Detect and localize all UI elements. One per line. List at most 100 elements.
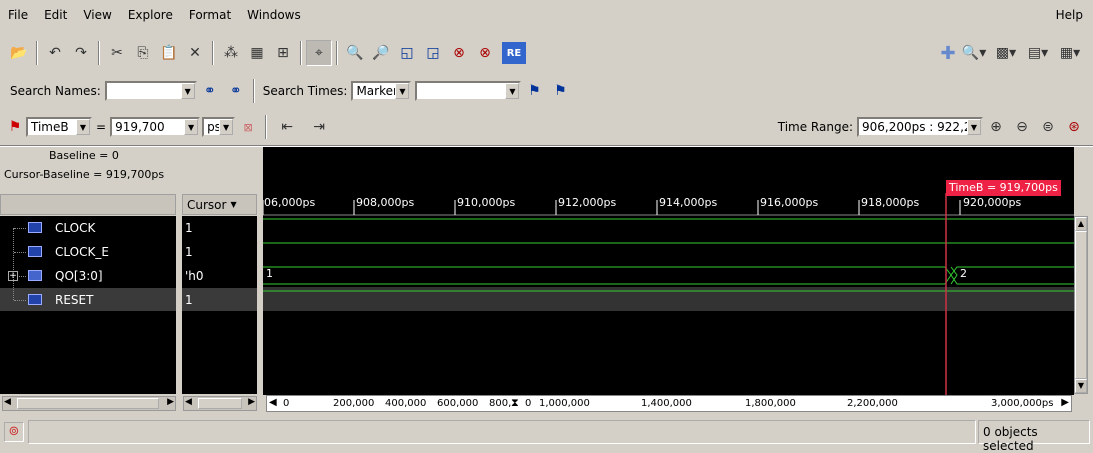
marker-flag-icon[interactable]: ⚑ (4, 114, 26, 140)
list-item[interactable]: CLOCK_E (0, 240, 176, 264)
copy-icon[interactable]: ⎘ (130, 40, 156, 66)
zoom-in-icon[interactable]: ⊕ (983, 114, 1009, 140)
chevron-down-icon[interactable]: ▼ (184, 119, 199, 135)
separator (300, 41, 302, 65)
scroll-right-icon[interactable]: ▶ (1061, 397, 1069, 408)
cut-icon[interactable]: ✂ (104, 40, 130, 66)
time-tick-label: 916,000ps (760, 196, 819, 209)
find-cursor-icon[interactable]: ⌖ (306, 40, 332, 66)
search-names-input[interactable]: ▼ (104, 81, 197, 101)
chevron-down-icon[interactable]: ▼ (395, 83, 410, 99)
separator (212, 41, 214, 65)
flag-prev-icon[interactable]: ⚑ (521, 78, 547, 104)
scroll-left-icon[interactable]: ◀ (4, 397, 11, 407)
menu-help[interactable]: Help (1056, 8, 1083, 22)
find-prev-icon[interactable]: ⚭ (223, 78, 249, 104)
scroll-thumb[interactable] (17, 398, 159, 409)
time-tick-label: 06,000ps (264, 196, 316, 209)
scroll-left-icon[interactable]: ◀ (269, 397, 277, 408)
chevron-down-icon[interactable]: ▼ (180, 83, 195, 99)
zoom-out-icon[interactable]: ⊖ (1009, 114, 1035, 140)
marker-prev-icon[interactable]: ◱ (394, 40, 420, 66)
time-value-input[interactable]: 919,700 ▼ (110, 117, 201, 137)
value-column-header[interactable]: Cursor ▼ (182, 194, 257, 215)
flag-next-icon[interactable]: ⚑ (547, 78, 573, 104)
scroll-thumb[interactable] (1075, 231, 1087, 379)
list-item[interactable]: CLOCK (0, 216, 176, 240)
zoom-region-icon[interactable]: ⊛ (1061, 114, 1087, 140)
signal-value: 1 (185, 221, 193, 235)
search-tool-icon[interactable]: 🔍▾ (961, 40, 987, 66)
calculator-icon[interactable]: ▦▾ (1057, 40, 1083, 66)
re-icon[interactable]: RE (502, 42, 526, 64)
paste-icon[interactable]: 📋 (156, 40, 182, 66)
cursor-label[interactable]: TimeB = 919,700ps (946, 180, 1061, 196)
undo-icon[interactable]: ↶ (42, 40, 68, 66)
chevron-down-icon[interactable]: ▼ (967, 119, 981, 135)
time-tick-label: 910,000ps (457, 196, 516, 209)
hierarchy-icon[interactable]: ⊞ (270, 40, 296, 66)
overview-thumb-icon[interactable]: ⧗ (511, 396, 519, 410)
signal-name: CLOCK (55, 221, 96, 235)
scroll-right-icon[interactable]: ▶ (167, 397, 174, 407)
search-times-mode-value: Marker (356, 84, 398, 98)
search-times-input[interactable]: ▼ (415, 81, 522, 101)
main-toolbar: 📂 ↶ ↷ ✂ ⎘ 📋 ✕ ⁂ ▦ ⊞ ⌖ 🔍 🔎 ◱ ◲ ⊗ ⊗ RE ✚ 🔍… (0, 37, 1093, 69)
marker-right-icon[interactable]: ⇥ (303, 114, 335, 140)
schematic-icon[interactable]: ▩▾ (993, 40, 1019, 66)
time-range-input[interactable]: 906,200ps : 922,20 ▼ (857, 117, 983, 137)
expand-icon[interactable]: + (8, 271, 18, 281)
separator (252, 79, 255, 103)
time-overview-bar[interactable]: ◀ 0 200,000 400,000 600,000 800, ⧗ 0 1,0… (266, 395, 1072, 412)
search-times-mode[interactable]: Marker ▼ (351, 81, 412, 101)
add-icon[interactable]: ✚ (935, 40, 961, 66)
cursor-baseline-text: Cursor-Baseline = 919,700ps (4, 168, 165, 181)
menu-windows[interactable]: Windows (239, 8, 309, 22)
find-next-icon[interactable]: ⚭ (197, 78, 223, 104)
names-hscrollbar[interactable]: ◀ ▶ (2, 396, 176, 411)
marker-next-icon[interactable]: ◲ (420, 40, 446, 66)
marker-left-icon[interactable]: ⇤ (271, 114, 303, 140)
delete-icon[interactable]: ✕ (182, 40, 208, 66)
open-icon[interactable]: 📂 (6, 40, 32, 66)
tree-branch (14, 300, 26, 301)
menu-edit[interactable]: Edit (36, 8, 75, 22)
clear-marker-icon[interactable]: ⊠ (235, 114, 261, 140)
tree-branch (19, 276, 26, 277)
status-bar: ⊚ 0 objects selected (0, 418, 1093, 453)
vertical-scrollbar[interactable]: ▲ ▼ (1074, 216, 1088, 394)
menu-explore[interactable]: Explore (120, 8, 181, 22)
overview-tick-label: 1,000,000 (539, 398, 590, 409)
bus-value-label: 2 (960, 267, 967, 280)
menu-view[interactable]: View (75, 8, 119, 22)
stop-icon[interactable]: ⊚ (4, 422, 24, 442)
zoom-cursor-icon[interactable]: 🔎 (368, 40, 394, 66)
chevron-down-icon[interactable]: ▼ (76, 119, 90, 135)
scroll-up-icon[interactable]: ▲ (1075, 217, 1087, 231)
list-item[interactable]: RESET (0, 288, 176, 312)
marker-select[interactable]: TimeB ▼ (26, 117, 92, 137)
delete-all-markers-icon[interactable]: ⊗ (472, 40, 498, 66)
redo-icon[interactable]: ↷ (68, 40, 94, 66)
chevron-down-icon[interactable]: ▼ (219, 119, 234, 135)
scroll-thumb[interactable] (198, 398, 242, 409)
scroll-left-icon[interactable]: ◀ (185, 397, 192, 407)
zoom-fit-icon[interactable]: 🔍 (342, 40, 368, 66)
list-item[interactable]: + QO[3:0] (0, 264, 176, 288)
group-icon[interactable]: ⁂ (218, 40, 244, 66)
names-header[interactable] (0, 194, 176, 215)
chevron-down-icon[interactable]: ▼ (505, 83, 520, 99)
unit-select[interactable]: ps ▼ (202, 117, 236, 137)
values-hscrollbar[interactable]: ◀ ▶ (183, 396, 257, 411)
marker-select-value: TimeB (31, 120, 69, 134)
waveform-view[interactable]: 06,000ps 908,000ps 910,000ps 912,000ps 9… (263, 147, 1074, 395)
bus-icon[interactable]: ▦ (244, 40, 270, 66)
zoom-full-icon[interactable]: ⊜ (1035, 114, 1061, 140)
scroll-down-icon[interactable]: ▼ (1075, 379, 1087, 393)
separator (98, 41, 100, 65)
scroll-right-icon[interactable]: ▶ (248, 397, 255, 407)
delete-marker-icon[interactable]: ⊗ (446, 40, 472, 66)
menu-file[interactable]: File (0, 8, 36, 22)
menu-format[interactable]: Format (181, 8, 239, 22)
window-icon[interactable]: ▤▾ (1025, 40, 1051, 66)
